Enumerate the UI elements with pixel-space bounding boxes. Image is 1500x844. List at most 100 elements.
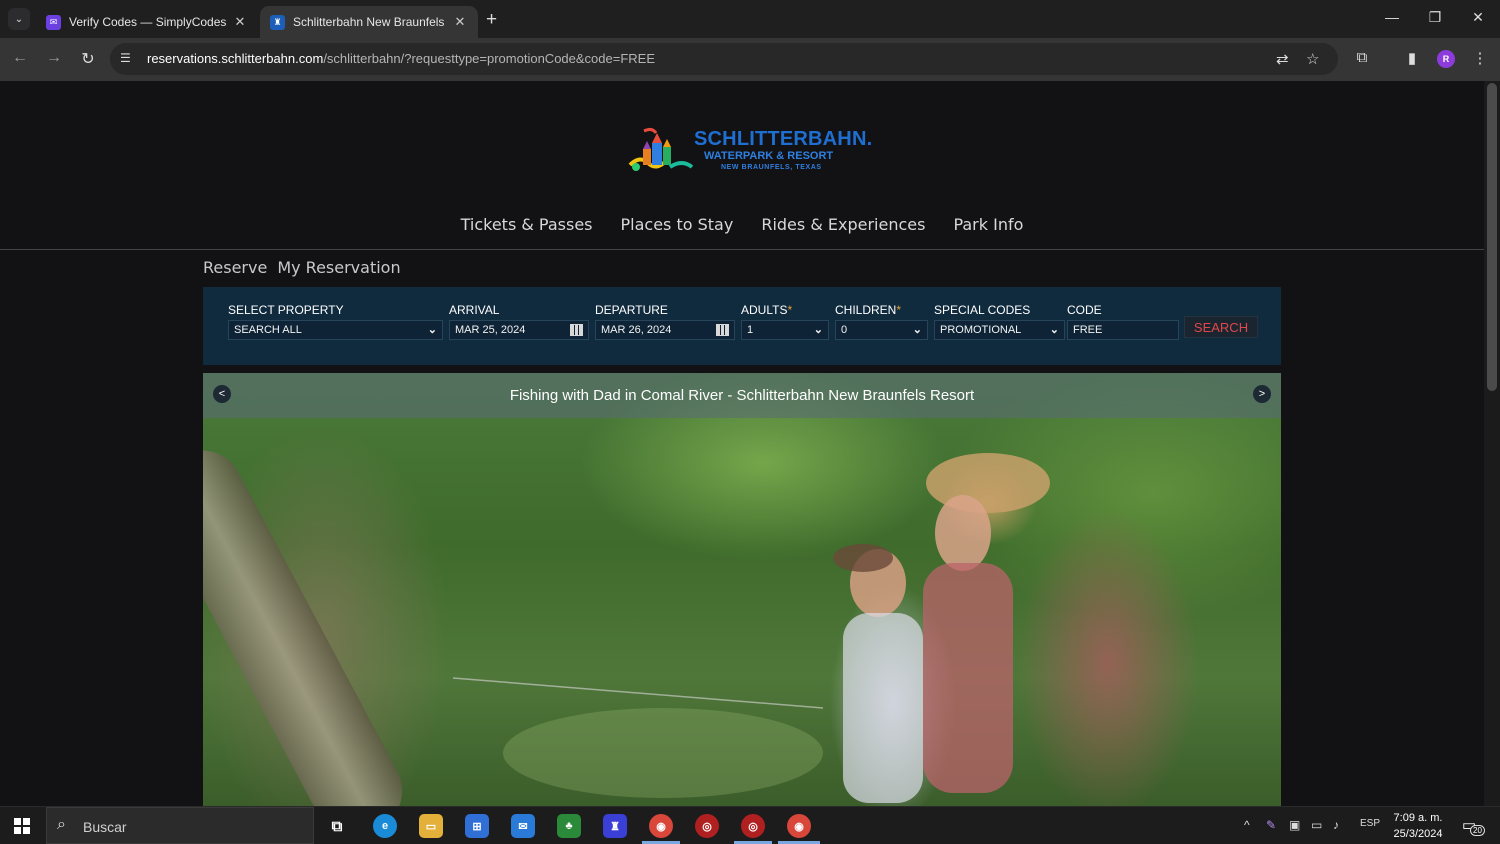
nav-park-info[interactable]: Park Info [953, 215, 1023, 234]
arrival-label: ARRIVAL [449, 303, 500, 317]
slideshow-next-button[interactable]: > [1253, 385, 1271, 403]
restore-icon[interactable]: ❐ [1425, 9, 1445, 26]
chevron-down-icon: ⌄ [427, 324, 437, 336]
app-red-icon[interactable]: ◎ [695, 814, 719, 838]
clock-date: 25/3/2024 [1393, 828, 1443, 840]
chevron-down-icon: ⌄ [813, 324, 823, 336]
adults-label: ADULTS* [741, 303, 829, 317]
hero-caption: Fishing with Dad in Comal River - Schlit… [509, 387, 975, 404]
property-value: SEARCH ALL [234, 324, 302, 336]
adults-select[interactable]: 1 ⌄ [741, 320, 829, 340]
hero-slideshow: Fishing with Dad in Comal River - Schlit… [203, 373, 1281, 806]
arrival-value: MAR 25, 2024 [455, 324, 526, 336]
calendar-icon[interactable] [570, 324, 583, 336]
chrome-profile-icon[interactable]: ◉ [787, 814, 811, 838]
arrival-date-input[interactable]: MAR 25, 2024 [449, 320, 589, 340]
microsoft-store-icon[interactable]: ⊞ [465, 814, 489, 838]
profile-avatar[interactable]: R [1437, 50, 1455, 68]
minimize-icon[interactable]: — [1382, 9, 1402, 25]
property-select[interactable]: SEARCH ALL ⌄ [228, 320, 443, 340]
tab-search-button[interactable]: ⌄ [8, 8, 30, 30]
my-reservation-link[interactable]: My Reservation [277, 258, 400, 277]
windows-start-icon[interactable] [14, 818, 30, 834]
property-field: SELECT PROPERTY SEARCH ALL ⌄ [228, 303, 443, 340]
pen-icon[interactable]: ✎ [1266, 818, 1276, 832]
extensions-puzzle-icon[interactable]: ⧉ [1352, 49, 1372, 66]
site-info-icon[interactable]: ☰ [120, 51, 131, 65]
tab-simplycodes[interactable]: ✉ Verify Codes — SimplyCodes ✕ [36, 6, 258, 38]
close-icon[interactable]: ✕ [232, 14, 248, 30]
schlitterbahn-logo[interactable]: SCHLITTERBAHN. WATERPARK & RESORT NEW BR… [626, 125, 872, 175]
language-indicator[interactable]: ESP [1360, 818, 1380, 829]
url-text[interactable]: reservations.schlitterbahn.com/schlitter… [147, 51, 655, 66]
clock-time: 7:09 a. m. [1393, 812, 1443, 824]
special-codes-field: SPECIAL CODES PROMOTIONAL ⌄ [934, 303, 1065, 340]
tab-schlitterbahn[interactable]: ♜ Schlitterbahn New Braunfels ✕ [260, 6, 478, 38]
browser-toolbar: ← → ↻ ☰ reservations.schlitterbahn.com/s… [0, 38, 1500, 81]
booking-search-panel: SELECT PROPERTY SEARCH ALL ⌄ ARRIVAL MAR… [203, 287, 1281, 365]
volume-icon[interactable]: ♪ [1333, 818, 1339, 832]
file-explorer-icon[interactable]: ▭ [419, 814, 443, 838]
special-codes-label: SPECIAL CODES [934, 303, 1031, 317]
app-red-icon-2[interactable]: ◎ [741, 814, 765, 838]
translate-icon[interactable]: ⇄ [1276, 50, 1289, 68]
required-mark: * [787, 303, 793, 317]
reload-icon[interactable]: ↻ [78, 49, 98, 69]
code-input[interactable]: FREE [1067, 320, 1179, 340]
menu-kebab-icon[interactable]: ⋮ [1470, 49, 1490, 67]
new-tab-plus-icon[interactable]: + [486, 9, 497, 31]
network-icon[interactable]: ▭ [1311, 818, 1322, 832]
schlitterbahn-icon: ♜ [270, 14, 285, 30]
slideshow-prev-button[interactable]: < [213, 385, 231, 403]
reserve-link[interactable]: Reserve [203, 258, 267, 277]
tab-title: Schlitterbahn New Braunfels [293, 15, 445, 29]
meet-now-icon[interactable]: ▣ [1289, 818, 1300, 832]
side-panel-icon[interactable]: ▮ [1402, 49, 1422, 67]
task-view-icon[interactable]: ⧉ [325, 814, 349, 838]
back-arrow-icon[interactable]: ← [10, 49, 30, 67]
forward-arrow-icon[interactable]: → [44, 49, 64, 67]
url-host: reservations.schlitterbahn.com [147, 51, 324, 66]
adults-label-text: ADULTS [741, 303, 788, 317]
page-scrollbar[interactable] [1484, 81, 1500, 806]
notification-count: 20 [1470, 825, 1485, 836]
taskbar-search-box[interactable]: ⌕ Buscar [46, 807, 314, 844]
special-codes-value: PROMOTIONAL [940, 324, 1022, 336]
search-icon: ⌕ [57, 816, 66, 833]
logo-subtitle: WATERPARK & RESORT [704, 150, 834, 162]
reservation-subnav: Reserve My Reservation [203, 258, 401, 277]
adults-field: ADULTS* 1 ⌄ [741, 303, 829, 340]
code-field: CODE FREE [1067, 303, 1179, 340]
required-mark: * [896, 303, 902, 317]
close-icon[interactable]: ✕ [452, 14, 468, 30]
departure-field: DEPARTURE MAR 26, 2024 [595, 303, 735, 340]
scrollbar-thumb[interactable] [1487, 83, 1497, 391]
logo-castle-icon [628, 127, 694, 171]
window-close-icon[interactable]: ✕ [1468, 9, 1488, 26]
special-codes-select[interactable]: PROMOTIONAL ⌄ [934, 320, 1065, 340]
search-button[interactable]: SEARCH [1184, 316, 1258, 338]
tray-overflow-chevron-icon[interactable]: ^ [1244, 818, 1250, 832]
address-bar[interactable]: ☰ reservations.schlitterbahn.com/schlitt… [110, 43, 1338, 75]
windows-taskbar: ⌕ Buscar ⧉ e ▭ ⊞ ✉ ♣ ♜ ◉ ◎ ◎ ◉ ^ ✎ ▣ ▭ ♪… [0, 806, 1500, 844]
nav-places-to-stay[interactable]: Places to Stay [621, 215, 734, 234]
browser-tab-bar: ⌄ ✉ Verify Codes — SimplyCodes ✕ ♜ Schli… [0, 0, 1500, 38]
xbox-app-icon[interactable]: ♣ [557, 814, 581, 838]
mail-icon[interactable]: ✉ [511, 814, 535, 838]
main-nav: Tickets & Passes Places to Stay Rides & … [0, 215, 1484, 234]
nav-rides-experiences[interactable]: Rides & Experiences [761, 215, 925, 234]
nav-tickets-passes[interactable]: Tickets & Passes [461, 215, 593, 234]
edge-browser-icon[interactable]: e [373, 814, 397, 838]
hero-photo [452, 453, 1050, 803]
adults-value: 1 [747, 324, 754, 336]
logo-title: SCHLITTERBAHN. [694, 128, 873, 150]
chrome-icon[interactable]: ◉ [649, 814, 673, 838]
departure-date-input[interactable]: MAR 26, 2024 [595, 320, 735, 340]
taskbar-clock[interactable]: 7:09 a. m. 25/3/2024 [1392, 810, 1444, 842]
bookmark-star-icon[interactable]: ☆ [1306, 50, 1319, 68]
children-select[interactable]: 0 ⌄ [835, 320, 928, 340]
nav-divider [0, 249, 1484, 250]
calendar-icon[interactable] [716, 324, 729, 336]
notification-center-icon[interactable]: ▭ 20 [1462, 816, 1485, 836]
app-castle-icon[interactable]: ♜ [603, 814, 627, 838]
